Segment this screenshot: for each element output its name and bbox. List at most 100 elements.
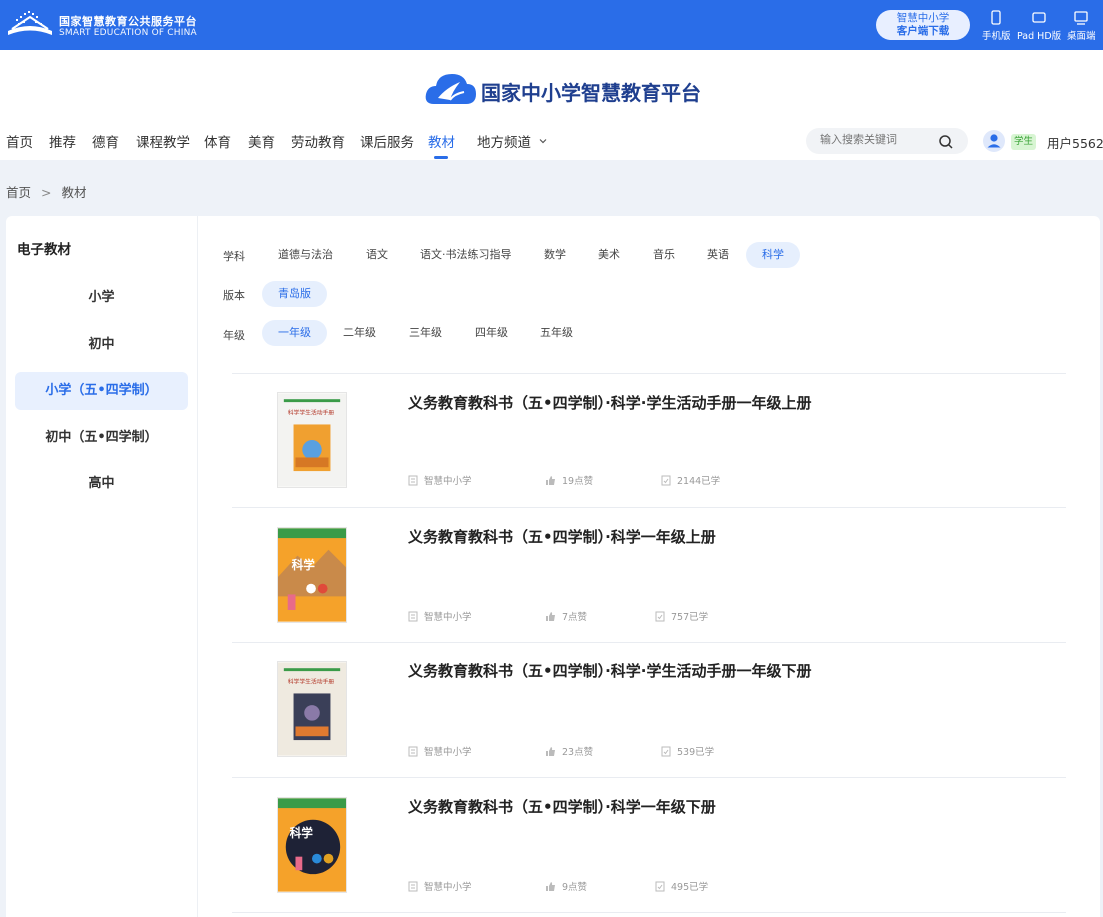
list-divider [232, 777, 1066, 778]
sidebar-item-senior[interactable]: 高中 [15, 465, 188, 503]
sidebar-item-junior-54[interactable]: 初中（五•四学制） [15, 419, 188, 457]
breadcrumb-current: 教材 [61, 185, 87, 200]
platform-title: 国家智慧教育公共服务平台 [59, 15, 197, 28]
desktop-version-link[interactable]: 桌面端 [1067, 10, 1096, 42]
book-cover-image[interactable]: 科学学生活动手册 [277, 661, 347, 757]
breadcrumb-separator: > [41, 185, 52, 200]
subject-chip-music[interactable]: 音乐 [637, 242, 691, 268]
tablet-icon [1032, 12, 1046, 23]
thumbs-up-icon [546, 476, 555, 485]
nav-local-channel[interactable]: 地方频道 [477, 131, 548, 151]
nav-textbooks[interactable]: 教材 [428, 131, 455, 151]
nav-arts[interactable]: 美育 [248, 131, 275, 151]
book-title[interactable]: 义务教育教科书（五•四学制）·科学·学生活动手册一年级下册 [408, 660, 812, 681]
book-title[interactable]: 义务教育教科书（五•四学制）·科学一年级上册 [408, 526, 716, 547]
nav-home[interactable]: 首页 [6, 131, 33, 151]
svg-text:科学: 科学 [290, 826, 314, 840]
book-cover-image[interactable]: 科学 [277, 797, 347, 893]
grade-chip-1[interactable]: 一年级 [262, 320, 327, 346]
sidebar-item-primary[interactable]: 小学 [15, 279, 188, 317]
subject-chip-math[interactable]: 数学 [528, 242, 582, 268]
thumbs-up-icon [546, 747, 555, 756]
book-publisher: 智慧中小学 [408, 609, 472, 623]
subject-label: 学科 [223, 250, 245, 263]
nav-sports[interactable]: 体育 [204, 131, 231, 151]
book-cover-image[interactable]: 科学学生活动手册 [277, 392, 347, 488]
book-learned-count: 2144已学 [661, 473, 720, 487]
book-learned-count: 757已学 [655, 609, 708, 623]
search-input[interactable] [820, 133, 940, 146]
book-likes: 23点赞 [545, 744, 593, 758]
sidebar-title: 电子教材 [17, 242, 71, 258]
grade-label: 年级 [223, 329, 245, 342]
book-likes: 9点赞 [545, 879, 587, 893]
grade-chip-2[interactable]: 二年级 [327, 320, 392, 346]
active-nav-indicator [434, 156, 448, 159]
student-badge: 学生 [1011, 134, 1037, 150]
svg-text:科学: 科学 [292, 558, 316, 572]
subject-chip-science[interactable]: 科学 [746, 242, 800, 268]
sidebar-item-junior[interactable]: 初中 [15, 326, 188, 364]
book-title[interactable]: 义务教育教科书（五•四学制）·科学·学生活动手册一年级上册 [408, 392, 812, 413]
book-cover-image[interactable]: 科学 [277, 527, 347, 623]
search-icon[interactable] [938, 134, 954, 150]
list-divider [232, 373, 1066, 374]
top-bar: 国家智慧教育公共服务平台 SMART EDUCATION OF CHINA 智慧… [0, 0, 1103, 50]
platform-subtitle: SMART EDUCATION OF CHINA [59, 28, 197, 38]
nav-courses[interactable]: 课程教学 [136, 131, 190, 151]
subject-chip-art[interactable]: 美术 [582, 242, 636, 268]
mobile-version-link[interactable]: 手机版 [982, 10, 1011, 42]
subject-chip-calligraphy[interactable]: 语文·书法练习指导 [404, 242, 528, 268]
user-name[interactable]: 用户5562 [1047, 133, 1103, 152]
nav-recommend[interactable]: 推荐 [49, 131, 76, 151]
phone-icon [991, 10, 1001, 25]
book-title[interactable]: 义务教育教科书（五•四学制）·科学一年级下册 [408, 796, 716, 817]
document-icon [408, 611, 418, 622]
document-icon [408, 881, 418, 892]
desktop-icon [1074, 11, 1088, 25]
subject-chip-english[interactable]: 英语 [691, 242, 745, 268]
book-publisher: 智慧中小学 [408, 879, 472, 893]
list-divider [232, 912, 1066, 913]
svg-text:科学学生活动手册: 科学学生活动手册 [288, 409, 335, 417]
edition-label: 版本 [223, 289, 245, 302]
document-icon [408, 746, 418, 757]
sidebar-item-primary-54[interactable]: 小学（五•四学制） [15, 372, 188, 410]
nav-moral[interactable]: 德育 [92, 131, 119, 151]
book-publisher: 智慧中小学 [408, 473, 472, 487]
grade-chip-3[interactable]: 三年级 [393, 320, 458, 346]
book-learned-count: 495已学 [655, 879, 708, 893]
client-download-button[interactable]: 智慧中小学 客户端下载 [876, 10, 970, 40]
cloud-book-icon [425, 74, 476, 104]
nav-after-school[interactable]: 课后服务 [360, 131, 414, 151]
document-icon [408, 475, 418, 486]
grade-chip-4[interactable]: 四年级 [459, 320, 524, 346]
subject-chip-chinese[interactable]: 语文 [350, 242, 404, 268]
pad-version-link[interactable]: Pad HD版 [1017, 10, 1061, 42]
thumbs-up-icon [546, 612, 555, 621]
book-publisher: 智慧中小学 [408, 744, 472, 758]
platform-logo-icon [8, 11, 52, 35]
book-likes: 7点赞 [545, 609, 587, 623]
book-likes: 19点赞 [545, 473, 593, 487]
chevron-down-icon [539, 139, 547, 144]
learned-icon [661, 746, 671, 757]
breadcrumb-home[interactable]: 首页 [6, 185, 31, 200]
thumbs-up-icon [546, 882, 555, 891]
subject-chip-morality[interactable]: 道德与法治 [262, 242, 349, 268]
breadcrumb: 首页 > 教材 [6, 182, 92, 201]
nav-labor[interactable]: 劳动教育 [291, 131, 345, 151]
site-header: 国家中小学智慧教育平台 首页 推荐 德育 课程教学 体育 美育 劳动教育 课后服… [0, 50, 1103, 160]
main-panel: 电子教材 小学 初中 小学（五•四学制） 初中（五•四学制） 高中 学科 道德与… [6, 216, 1100, 917]
user-avatar-icon[interactable] [983, 130, 1005, 152]
grade-chip-5[interactable]: 五年级 [524, 320, 589, 346]
list-divider [232, 507, 1066, 508]
list-divider [232, 642, 1066, 643]
learned-icon [655, 881, 665, 892]
brand-name: 国家中小学智慧教育平台 [481, 81, 701, 105]
learned-icon [655, 611, 665, 622]
edition-chip-qingdao[interactable]: 青岛版 [262, 281, 327, 307]
book-learned-count: 539已学 [661, 744, 714, 758]
learned-icon [661, 475, 671, 486]
sidebar: 电子教材 小学 初中 小学（五•四学制） 初中（五•四学制） 高中 [6, 216, 198, 917]
